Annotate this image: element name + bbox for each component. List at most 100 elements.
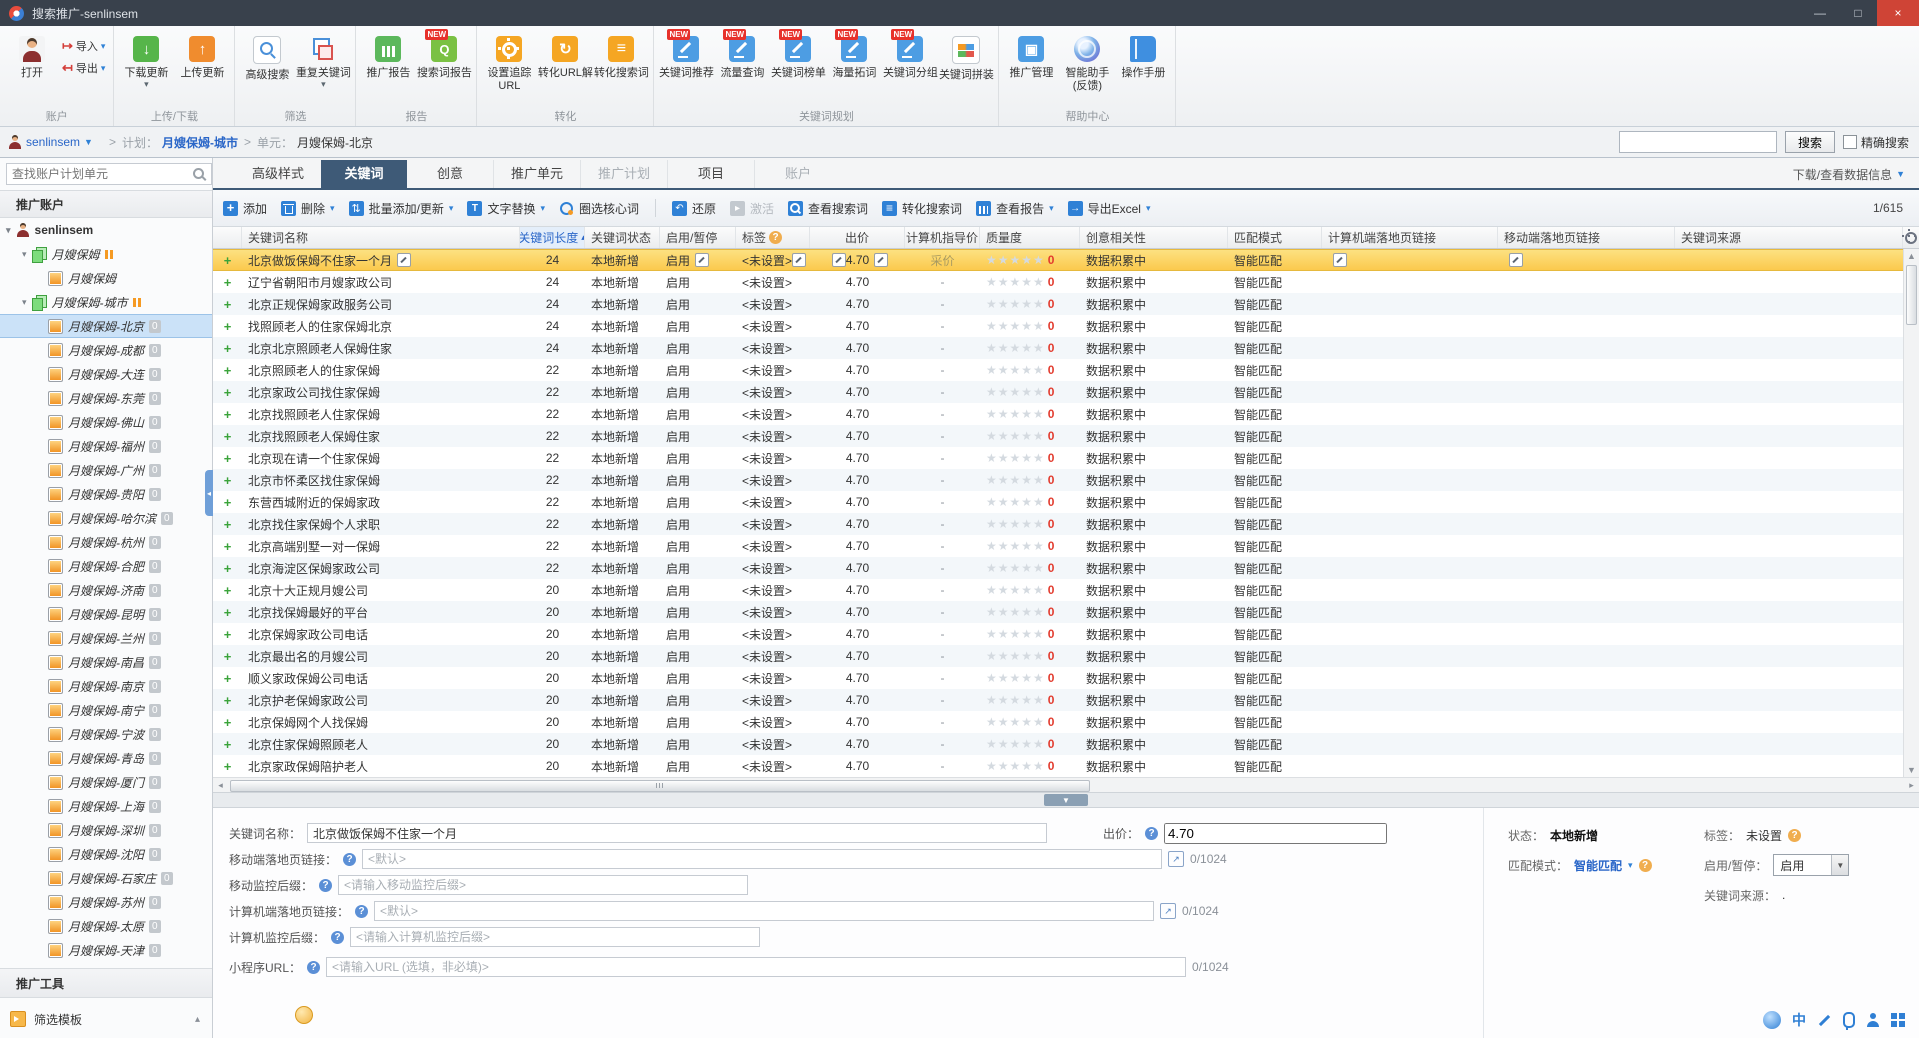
vertical-scroll-thumb[interactable]: [1906, 265, 1917, 325]
tree-item[interactable]: 月嫂保姆-深圳 0: [0, 818, 212, 842]
user-icon[interactable]: [1866, 1013, 1880, 1027]
plus-icon[interactable]: +: [224, 627, 232, 642]
tree-item[interactable]: 月嫂保姆-南宁 0: [0, 698, 212, 722]
plus-icon[interactable]: +: [224, 385, 232, 400]
scroll-right-icon[interactable]: ▸: [1904, 778, 1919, 792]
table-row[interactable]: + 北京找照顾老人保姆住家 22 本地新增 启用 <未设置> 4.70 - ★★★★★ 0 数据积累…: [213, 425, 1903, 447]
tree-item[interactable]: 月嫂保姆-厦门 0: [0, 770, 212, 794]
table-row[interactable]: + 北京家政公司找住家保姆 22 本地新增 启用 <未设置> 4.70 - ★★★★★ 0 数据积累…: [213, 381, 1903, 403]
tree-item[interactable]: 月嫂保姆-贵阳 0: [0, 482, 212, 506]
tree-item[interactable]: 月嫂保姆-昆明 0: [0, 602, 212, 626]
ribbon-button[interactable]: 设置追踪URL: [481, 30, 537, 93]
column-header[interactable]: 关键词长度▴: [520, 227, 585, 248]
breadcrumb-account[interactable]: senlinsem: [26, 135, 80, 149]
column-header[interactable]: 启用/暂停: [660, 227, 736, 248]
tree-item[interactable]: 月嫂保姆-东莞 0: [0, 386, 212, 410]
plus-icon[interactable]: +: [224, 451, 232, 466]
tree-item[interactable]: 月嫂保姆-上海 0: [0, 794, 212, 818]
table-row[interactable]: + 北京保姆家政公司电话 20 本地新增 启用 <未设置> 4.70 - ★★★★★ 0 数据积累中…: [213, 623, 1903, 645]
export-button[interactable]: ↤ 导出 ▾: [62, 60, 105, 76]
caret-down-icon[interactable]: ▾: [1628, 860, 1633, 871]
help-icon[interactable]: [331, 930, 345, 944]
tree-item[interactable]: 月嫂保姆-南京 0: [0, 674, 212, 698]
ribbon-button[interactable]: NEW 搜索词报告: [416, 29, 472, 80]
edit-icon[interactable]: [397, 253, 412, 267]
column-header[interactable]: 出价: [810, 227, 905, 248]
horizontal-scroll-thumb[interactable]: [230, 780, 1090, 792]
edit-icon[interactable]: [695, 253, 710, 267]
search-button[interactable]: 搜索: [1784, 131, 1835, 153]
plus-icon[interactable]: +: [224, 605, 232, 620]
help-icon[interactable]: [1145, 826, 1159, 840]
help-icon[interactable]: [1638, 858, 1652, 872]
toolbar-button-undo[interactable]: 还原: [672, 200, 716, 217]
table-row[interactable]: + 北京海淀区保姆家政公司 22 本地新增 启用 <未设置> 4.70 - ★★★★★ 0 数据积累…: [213, 557, 1903, 579]
open-link-icon[interactable]: [1168, 851, 1185, 867]
tree-item[interactable]: 月嫂保姆-福州 0: [0, 434, 212, 458]
table-row[interactable]: + 北京住家保姆照顾老人 20 本地新增 启用 <未设置> 4.70 - ★★★★★ 0 数据积累中…: [213, 733, 1903, 755]
toolbar-button-add[interactable]: 添加: [223, 200, 267, 217]
plus-icon[interactable]: +: [224, 539, 232, 554]
edit-icon[interactable]: [1509, 253, 1523, 267]
plus-icon[interactable]: +: [224, 495, 232, 510]
toolbar-button-view-word[interactable]: 查看搜索词: [788, 200, 868, 217]
maximize-button[interactable]: □: [1839, 0, 1877, 26]
plus-icon[interactable]: +: [224, 341, 232, 356]
plus-icon[interactable]: +: [224, 671, 232, 686]
table-row[interactable]: + 北京做饭保姆不住家一个月 24 本地新增 启用 <未设置> 4.70 采价 ★★★★★ 0 数据…: [213, 249, 1903, 271]
toolbar-button-conv-word[interactable]: 转化搜索词: [882, 200, 962, 217]
download-view-data-link[interactable]: 下载/查看数据信息 ▼: [1793, 160, 1905, 188]
ribbon-button[interactable]: 转化URL解: [537, 30, 593, 80]
toolbar-button-batch[interactable]: 批量添加/更新 ▾: [348, 200, 453, 217]
ribbon-button[interactable]: 上传更新: [174, 30, 230, 80]
ribbon-button[interactable]: 推广报告: [360, 30, 416, 80]
keyword-name-field[interactable]: [307, 823, 1048, 843]
table-row[interactable]: + 北京市怀柔区找住家保姆 22 本地新增 启用 <未设置> 4.70 - ★★★★★ 0 数据积累…: [213, 469, 1903, 491]
plus-icon[interactable]: +: [224, 737, 232, 752]
mobile-landing-field[interactable]: [362, 849, 1163, 869]
plus-icon[interactable]: +: [224, 429, 232, 444]
vertical-scrollbar[interactable]: ▲ ▼: [1903, 249, 1919, 777]
toolbar-button-target[interactable]: 圈选核心词: [559, 200, 639, 217]
tree-item[interactable]: 月嫂保姆-成都 0: [0, 338, 212, 362]
open-account-button[interactable]: 打开: [4, 30, 60, 80]
tree-search-input[interactable]: [6, 163, 212, 185]
tab-创意[interactable]: 创意: [407, 160, 493, 188]
tree-item[interactable]: 月嫂保姆-宁波 0: [0, 722, 212, 746]
plus-icon[interactable]: +: [224, 693, 232, 708]
ribbon-button[interactable]: 高级搜索: [239, 30, 295, 82]
tab-推广单元[interactable]: 推广单元: [493, 160, 580, 188]
exact-search-checkbox[interactable]: [1842, 135, 1857, 149]
miniapp-url-field[interactable]: [326, 957, 1187, 977]
help-icon[interactable]: [769, 231, 783, 244]
tree-item[interactable]: 月嫂保姆: [0, 266, 212, 290]
toolbar-button-text[interactable]: 文字替换 ▾: [467, 200, 545, 217]
panel-splitter[interactable]: ▼: [213, 792, 1919, 808]
table-row[interactable]: + 北京高端别墅一对一保姆 22 本地新增 启用 <未设置> 4.70 - ★★★★★ 0 数据积累…: [213, 535, 1903, 557]
column-header[interactable]: 关键词来源: [1675, 227, 1903, 248]
toolbar-button-trash[interactable]: 删除 ▾: [281, 200, 335, 217]
help-icon[interactable]: [343, 852, 357, 866]
tree-item[interactable]: 月嫂保姆-南昌 0: [0, 650, 212, 674]
toolbar-button-excel[interactable]: 导出Excel ▾: [1067, 200, 1151, 217]
tree-item[interactable]: 月嫂保姆-哈尔滨 0: [0, 506, 212, 530]
tree-item[interactable]: 月嫂保姆-石家庄 0: [0, 866, 212, 890]
help-icon[interactable]: [307, 960, 321, 974]
table-row[interactable]: + 北京最出名的月嫂公司 20 本地新增 启用 <未设置> 4.70 - ★★★★★ 0 数据积累中…: [213, 645, 1903, 667]
tree-item[interactable]: 月嫂保姆-苏州 0: [0, 890, 212, 914]
edit-icon[interactable]: [792, 253, 807, 267]
plus-icon[interactable]: +: [224, 275, 232, 290]
help-icon[interactable]: [355, 904, 369, 918]
ribbon-button[interactable]: 关键词拼装: [938, 30, 994, 82]
floating-ime-icon[interactable]: [295, 1006, 313, 1024]
table-row[interactable]: + 北京找照顾老人住家保姆 22 本地新增 启用 <未设置> 4.70 - ★★★★★ 0 数据积累…: [213, 403, 1903, 425]
table-row[interactable]: + 顺义家政保姆公司电话 20 本地新增 启用 <未设置> 4.70 - ★★★★★ 0 数据积累中…: [213, 667, 1903, 689]
tab-账户[interactable]: 账户: [754, 160, 841, 188]
table-row[interactable]: + 北京保姆网个人找保姆 20 本地新增 启用 <未设置> 4.70 - ★★★★★ 0 数据积累中…: [213, 711, 1903, 733]
column-settings-corner[interactable]: [1903, 227, 1919, 249]
horizontal-scrollbar[interactable]: ◂ ▸: [213, 777, 1919, 792]
ribbon-button[interactable]: NEW 关键词榜单: [770, 29, 826, 80]
caret-down-icon[interactable]: ▾: [22, 297, 27, 308]
table-row[interactable]: + 北京北京照顾老人保姆住家 24 本地新增 启用 <未设置> 4.70 - ★★★★★ 0 数据积…: [213, 337, 1903, 359]
plus-icon[interactable]: +: [224, 363, 232, 378]
